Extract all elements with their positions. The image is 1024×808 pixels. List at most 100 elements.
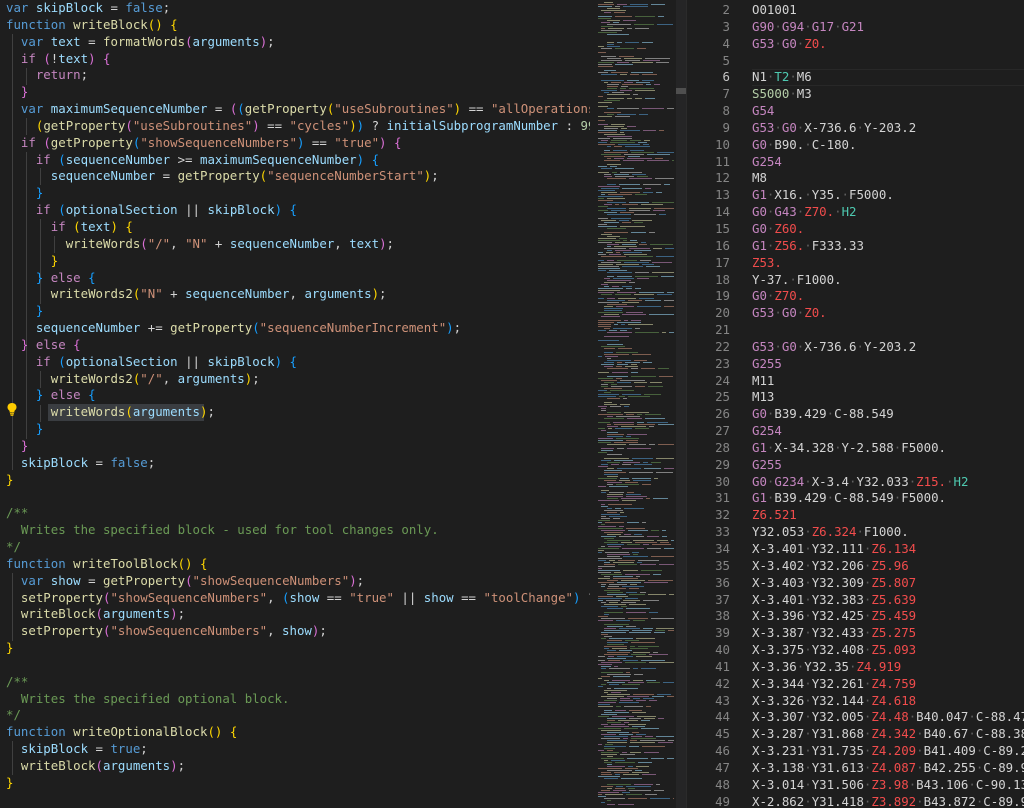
code-line[interactable]: var skipBlock = false;: [6, 0, 590, 17]
gcode-line[interactable]: 8 G54: [686, 103, 1024, 120]
gcode-line[interactable]: 3 G90·G94·G17·G21: [686, 19, 1024, 36]
gcode-line[interactable]: 19 G0·Z70.: [686, 288, 1024, 305]
gcode-lines[interactable]: 2 O01001 3 G90·G94·G17·G21 4 G53·G0·Z0. 5 6 N1·T…: [686, 2, 1024, 808]
code-line[interactable]: sequenceNumber = getProperty("sequenceNu…: [6, 168, 590, 185]
code-line[interactable]: setProperty("showSequenceNumbers", show)…: [6, 623, 590, 640]
code-line[interactable]: if (getProperty("showSequenceNumbers") =…: [6, 135, 590, 152]
gcode-line[interactable]: 49X-2.862·Y31.418·Z3.892·B43.872·C-89.94…: [686, 794, 1024, 808]
code-editor-right[interactable]: 2 O01001 3 G90·G94·G17·G21 4 G53·G0·Z0. 5 6 N1·T…: [686, 0, 1024, 808]
code-line[interactable]: (getProperty("useSubroutines") == "cycle…: [6, 118, 590, 135]
lightbulb-icon[interactable]: [6, 402, 18, 416]
code-line[interactable]: writeWords2("N" + sequenceNumber, argume…: [6, 286, 590, 303]
code-line[interactable]: }: [6, 775, 590, 792]
gcode-line[interactable]: 41 X-3.36·Y32.35·Z4.919: [686, 659, 1024, 676]
code-line[interactable]: if (!text) {: [6, 51, 590, 68]
gcode-line[interactable]: 27 G254: [686, 423, 1024, 440]
code-line[interactable]: writeWords(arguments);: [6, 404, 590, 422]
code-line[interactable]: }: [6, 438, 590, 455]
gcode-line[interactable]: 38 X-3.396·Y32.425·Z5.459: [686, 608, 1024, 625]
code-line[interactable]: sequenceNumber += getProperty("sequenceN…: [6, 320, 590, 337]
code-line[interactable]: skipBlock = false;: [6, 455, 590, 472]
gcode-line[interactable]: 46X-3.231·Y31.735·Z4.209·B41.409·C-89.24…: [686, 743, 1024, 760]
gcode-line[interactable]: 21: [686, 322, 1024, 339]
code-line[interactable]: }: [6, 84, 590, 101]
gcode-line[interactable]: 5: [686, 53, 1024, 70]
code-line[interactable]: writeBlock(arguments);: [6, 606, 590, 623]
gcode-line[interactable]: 25 M13: [686, 389, 1024, 406]
code-line[interactable]: skipBlock = true;: [6, 741, 590, 758]
gcode-line[interactable]: 9 G53·G0·X-736.6·Y-203.2: [686, 120, 1024, 137]
code-line[interactable]: */: [6, 707, 590, 724]
gcode-line[interactable]: 31 G1·B39.429·C-88.549·F5000.: [686, 490, 1024, 507]
code-line[interactable]: */: [6, 539, 590, 556]
gcode-line[interactable]: 15 G0·Z60.: [686, 221, 1024, 238]
gcode-line[interactable]: 11 G254: [686, 154, 1024, 171]
code-line[interactable]: if (sequenceNumber >= maximumSequenceNum…: [6, 152, 590, 169]
code-line[interactable]: function writeToolBlock() {: [6, 556, 590, 573]
gcode-line[interactable]: 45X-3.287·Y31.868·Z4.342·B40.67·C-88.383: [686, 726, 1024, 743]
code-line[interactable]: /**: [6, 505, 590, 522]
gcode-line[interactable]: 33 Y32.053·Z6.324·F1000.: [686, 524, 1024, 541]
gcode-line[interactable]: 43 X-3.326·Y32.144·Z4.618: [686, 693, 1024, 710]
code-line[interactable]: [6, 488, 590, 505]
gcode-line[interactable]: 36 X-3.403·Y32.309·Z5.807: [686, 575, 1024, 592]
code-line[interactable]: var show = getProperty("showSequenceNumb…: [6, 573, 590, 590]
code-line[interactable]: var maximumSequenceNumber = ((getPropert…: [6, 101, 590, 118]
gcode-line[interactable]: 14 G0·G43·Z70.·H2: [686, 204, 1024, 221]
gcode-line[interactable]: 18 Y-37.·F1000.: [686, 272, 1024, 289]
code-line[interactable]: Writes the specified block - used for to…: [6, 522, 590, 539]
code-line[interactable]: if (optionalSection || skipBlock) {: [6, 354, 590, 371]
gcode-line[interactable]: 26 G0·B39.429·C-88.549: [686, 406, 1024, 423]
code-line[interactable]: Writes the specified optional block.: [6, 691, 590, 708]
gcode-line[interactable]: 22 G53·G0·X-736.6·Y-203.2: [686, 339, 1024, 356]
gcode-line[interactable]: 28 G1·X-34.328·Y-2.588·F5000.: [686, 440, 1024, 457]
gcode-line[interactable]: 34 X-3.401·Y32.111·Z6.134: [686, 541, 1024, 558]
code-line[interactable]: setProperty("showSequenceNumbers", (show…: [6, 590, 590, 607]
code-line[interactable]: }: [6, 253, 590, 270]
gcode-line[interactable]: 4 G53·G0·Z0.: [686, 36, 1024, 53]
code-line[interactable]: if (optionalSection || skipBlock) {: [6, 202, 590, 219]
code-line[interactable]: } else {: [6, 270, 590, 287]
code-line[interactable]: writeBlock(arguments);: [6, 758, 590, 775]
gcode-line[interactable]: 30 G0·G234·X-3.4·Y32.033·Z15.·H2: [686, 474, 1024, 491]
minimap-scrollbar[interactable]: [676, 0, 686, 808]
gcode-line[interactable]: 16 G1·Z56.·F333.33: [686, 238, 1024, 255]
gcode-line[interactable]: 7 S5000·M3: [686, 86, 1024, 103]
gcode-line[interactable]: 37 X-3.401·Y32.383·Z5.639: [686, 592, 1024, 609]
code-line[interactable]: function writeBlock() {: [6, 17, 590, 34]
gcode-line[interactable]: 39 X-3.387·Y32.433·Z5.275: [686, 625, 1024, 642]
code-line[interactable]: }: [6, 421, 590, 438]
gcode-line[interactable]: 12 M8: [686, 170, 1024, 187]
code-line[interactable]: return;: [6, 67, 590, 84]
gcode-line[interactable]: 10 G0·B90.·C-180.: [686, 137, 1024, 154]
gcode-line[interactable]: 20 G53·G0·Z0.: [686, 305, 1024, 322]
code-line[interactable]: /**: [6, 674, 590, 691]
code-line[interactable]: }: [6, 640, 590, 657]
code-lines[interactable]: var skipBlock = false; function writeBloc…: [6, 0, 590, 792]
code-line[interactable]: function writeOptionalBlock() {: [6, 724, 590, 741]
gcode-line[interactable]: 23 G255: [686, 356, 1024, 373]
gcode-line[interactable]: 48X-3.014·Y31.506·Z3.98·B43.106·C-90.139: [686, 777, 1024, 794]
gcode-line[interactable]: 6 N1·T2·M6: [686, 69, 1024, 87]
gcode-line[interactable]: 17 Z53.: [686, 255, 1024, 272]
code-line[interactable]: }: [6, 303, 590, 320]
code-line[interactable]: [6, 657, 590, 674]
code-line[interactable]: } else {: [6, 337, 590, 354]
code-line[interactable]: writeWords2("/", arguments);: [6, 371, 590, 388]
scrollbar-thumb[interactable]: [676, 88, 686, 94]
gcode-line[interactable]: 24 M11: [686, 373, 1024, 390]
gcode-line[interactable]: 42 X-3.344·Y32.261·Z4.759: [686, 676, 1024, 693]
minimap[interactable]: [590, 0, 686, 808]
code-line[interactable]: }: [6, 185, 590, 202]
gcode-line[interactable]: 29 G255: [686, 457, 1024, 474]
code-line[interactable]: if (text) {: [6, 219, 590, 236]
gcode-line[interactable]: 35 X-3.402·Y32.206·Z5.96: [686, 558, 1024, 575]
code-line[interactable]: } else {: [6, 387, 590, 404]
gcode-line[interactable]: 32 Z6.521: [686, 507, 1024, 524]
code-line[interactable]: writeWords("/", "N" + sequenceNumber, te…: [6, 236, 590, 253]
code-line[interactable]: }: [6, 472, 590, 489]
gcode-line[interactable]: 47X-3.138·Y31.613·Z4.087·B42.255·C-89.92…: [686, 760, 1024, 777]
gcode-line[interactable]: 13 G1·X16.·Y35.·F5000.: [686, 187, 1024, 204]
gcode-line[interactable]: 44 X-3.307·Y32.005·Z4.48·B40.047·C-88.47: [686, 709, 1024, 726]
code-editor-left[interactable]: var skipBlock = false; function writeBloc…: [0, 0, 590, 808]
